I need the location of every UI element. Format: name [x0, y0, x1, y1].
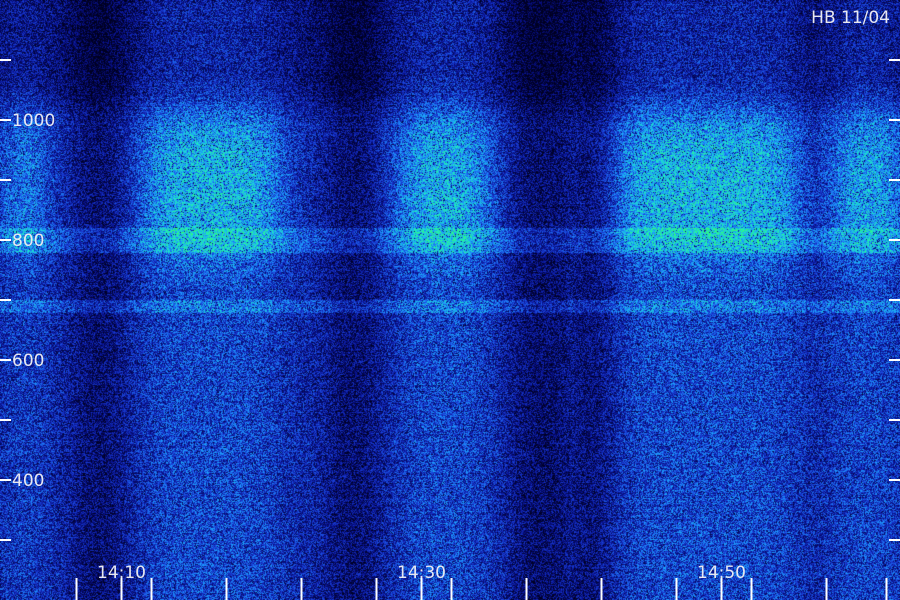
x-tick-label: 14:30 [397, 563, 446, 583]
chart-title: HB 11/04 [811, 8, 890, 28]
x-tick-label: 14:10 [97, 563, 146, 583]
tick-marks [0, 59, 900, 600]
y-tick-label: 1000 [12, 111, 55, 131]
y-tick-label: 600 [12, 351, 44, 371]
y-tick-label: 400 [12, 471, 44, 491]
spectrogram-panel: 400 600 800 1000 14:10 14:30 14:50 HB 11/04 [0, 0, 900, 600]
y-tick-label: 800 [12, 231, 44, 251]
tick-labels: 400 600 800 1000 14:10 14:30 14:50 [12, 111, 746, 583]
chart-overlay: 400 600 800 1000 14:10 14:30 14:50 HB 11/04 [0, 8, 900, 600]
x-tick-label: 14:50 [697, 563, 746, 583]
